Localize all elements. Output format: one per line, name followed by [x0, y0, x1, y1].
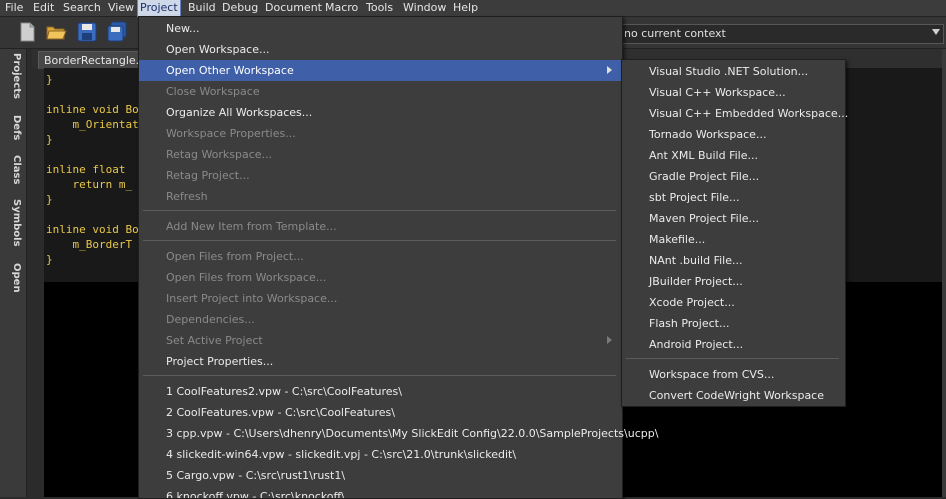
recent-workspace-item[interactable]: 3 cpp.vpw - C:\Users\dhenry\Documents\My…: [139, 423, 658, 444]
menu-item-label: Open Other Workspace: [166, 64, 294, 77]
submenu-item-maven[interactable]: Maven Project File...: [622, 208, 845, 229]
menu-item-organize-workspaces[interactable]: Organize All Workspaces...: [139, 102, 622, 123]
menu-item-set-active-project[interactable]: Set Active Project: [139, 330, 622, 351]
menu-separator: [143, 240, 616, 241]
menu-item-project-properties[interactable]: Project Properties...: [139, 351, 622, 372]
submenu-item-vcpp-embedded[interactable]: Visual C++ Embedded Workspace...: [622, 103, 848, 124]
submenu-item-vs-solution[interactable]: Visual Studio .NET Solution...: [622, 61, 845, 82]
submenu-arrow-icon: [607, 336, 612, 344]
context-combo[interactable]: no current context: [620, 24, 944, 44]
right-scroll-strip[interactable]: [942, 49, 946, 497]
tab-defs[interactable]: Defs: [4, 115, 22, 140]
open-folder-icon[interactable]: [45, 21, 67, 43]
menu-build[interactable]: Build: [188, 0, 216, 16]
menu-item-workspace-properties[interactable]: Workspace Properties...: [139, 123, 622, 144]
submenu-item-makefile[interactable]: Makefile...: [622, 229, 845, 250]
context-value: no current context: [624, 27, 726, 40]
menu-item-open-files-project[interactable]: Open Files from Project...: [139, 246, 622, 267]
tab-class[interactable]: Class: [4, 155, 22, 184]
submenu-item-cvs[interactable]: Workspace from CVS...: [622, 364, 845, 385]
recent-workspace-item[interactable]: 4 slickedit-win64.vpw - slickedit.vpj - …: [139, 444, 622, 465]
menu-help[interactable]: Help: [453, 0, 478, 16]
recent-workspace-item[interactable]: 1 CoolFeatures2.vpw - C:\src\CoolFeature…: [139, 381, 622, 402]
submenu-item-nant[interactable]: NAnt .build File...: [622, 250, 845, 271]
submenu-item-ant[interactable]: Ant XML Build File...: [622, 145, 845, 166]
code-line: }: [46, 253, 53, 266]
recent-workspace-item[interactable]: 5 Cargo.vpw - C:\src\rust1\rust1\: [139, 465, 622, 486]
menu-item-retag-project[interactable]: Retag Project...: [139, 165, 622, 186]
menu-macro[interactable]: Macro: [325, 0, 358, 16]
recent-workspace-item[interactable]: 2 CoolFeatures.vpw - C:\src\CoolFeatures…: [139, 402, 622, 423]
code-line: m_BorderT: [46, 238, 133, 251]
menu-tools[interactable]: Tools: [366, 0, 393, 16]
code-line: }: [46, 73, 53, 86]
menu-document[interactable]: Document: [265, 0, 322, 16]
submenu-item-tornado[interactable]: Tornado Workspace...: [622, 124, 845, 145]
code-line: inline void Bo: [46, 103, 139, 116]
code-line: return m_: [46, 178, 133, 191]
menu-project[interactable]: Project: [137, 0, 181, 17]
tool-window-tabs: Projects Defs Class Symbols Open: [0, 49, 27, 497]
menu-edit[interactable]: Edit: [33, 0, 54, 16]
recent-workspace-item[interactable]: 6 knockoff.vpw - C:\src\knockoff\: [139, 486, 622, 498]
new-file-icon[interactable]: [16, 21, 38, 43]
submenu-arrow-icon: [607, 66, 612, 74]
menu-separator: [626, 358, 839, 359]
submenu-item-xcode[interactable]: Xcode Project...: [622, 292, 845, 313]
submenu-item-vcpp-workspace[interactable]: Visual C++ Workspace...: [622, 82, 845, 103]
menu-window[interactable]: Window: [403, 0, 446, 16]
code-line: }: [46, 133, 53, 146]
menu-item-label: Set Active Project: [166, 334, 263, 347]
menu-item-retag-workspace[interactable]: Retag Workspace...: [139, 144, 622, 165]
menu-separator: [143, 375, 616, 376]
submenu-item-codewright[interactable]: Convert CodeWright Workspace: [622, 385, 845, 406]
code-line: inline void Bo: [46, 223, 139, 236]
menu-item-add-new-item[interactable]: Add New Item from Template...: [139, 216, 622, 237]
menu-item-open-files-workspace[interactable]: Open Files from Workspace...: [139, 267, 622, 288]
menu-item-open-other-workspace[interactable]: Open Other Workspace: [139, 60, 622, 81]
menu-search[interactable]: Search: [63, 0, 101, 16]
tab-projects[interactable]: Projects: [4, 53, 22, 99]
code-line: inline float: [46, 163, 126, 176]
chevron-down-icon[interactable]: [932, 29, 940, 35]
menu-item-open-workspace[interactable]: Open Workspace...: [139, 39, 622, 60]
menu-file[interactable]: File: [5, 0, 23, 16]
menu-view[interactable]: View: [108, 0, 134, 16]
menu-item-dependencies[interactable]: Dependencies...: [139, 309, 622, 330]
save-icon[interactable]: [76, 21, 98, 43]
menu-debug[interactable]: Debug: [222, 0, 258, 16]
file-tab-label: BorderRectangle.cp: [44, 54, 153, 67]
submenu-item-gradle[interactable]: Gradle Project File...: [622, 166, 845, 187]
submenu-item-jbuilder[interactable]: JBuilder Project...: [622, 271, 845, 292]
submenu-item-flash[interactable]: Flash Project...: [622, 313, 845, 334]
menu-item-close-workspace[interactable]: Close Workspace: [139, 81, 622, 102]
menu-separator: [143, 210, 616, 211]
project-menu: New... Open Workspace... Open Other Work…: [138, 16, 658, 499]
save-all-icon[interactable]: [106, 21, 128, 43]
tab-open[interactable]: Open: [4, 263, 22, 293]
menubar: File Edit Search View Project Build Debu…: [0, 0, 946, 17]
submenu-item-android[interactable]: Android Project...: [622, 334, 845, 355]
menu-item-refresh[interactable]: Refresh: [139, 186, 622, 207]
submenu-item-sbt[interactable]: sbt Project File...: [622, 187, 845, 208]
code-line: m_Orientat: [46, 118, 139, 131]
menu-item-insert-project[interactable]: Insert Project into Workspace...: [139, 288, 622, 309]
menu-item-new[interactable]: New...: [139, 18, 622, 39]
editor-file-tab[interactable]: BorderRectangle.cp: [38, 51, 153, 69]
tab-symbols[interactable]: Symbols: [4, 199, 22, 247]
code-line: }: [46, 193, 53, 206]
open-other-workspace-submenu: Visual Studio .NET Solution... Visual C+…: [621, 59, 848, 407]
